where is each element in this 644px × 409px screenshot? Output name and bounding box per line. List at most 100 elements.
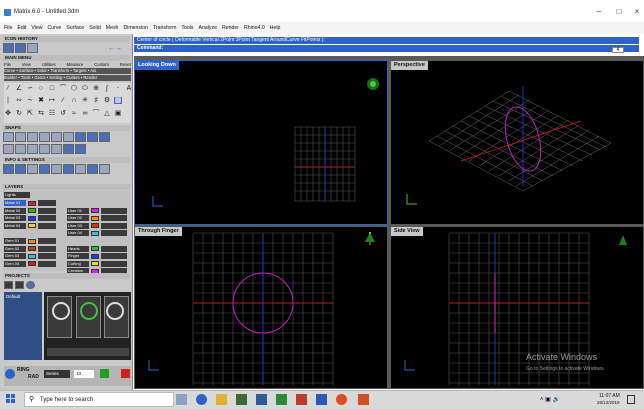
mail-icon[interactable] — [256, 394, 267, 405]
menu-render[interactable]: Render — [222, 25, 239, 31]
layer-visibility-toggle[interactable] — [38, 260, 56, 267]
split-icon[interactable]: ∕ — [59, 97, 67, 104]
display-icon[interactable] — [75, 164, 86, 174]
snap-vertex-icon[interactable] — [15, 144, 26, 154]
edge-browser-icon[interactable] — [196, 394, 207, 405]
explode-icon[interactable]: ✳ — [81, 97, 89, 104]
snap-tan-icon[interactable] — [87, 132, 98, 142]
tab-measure[interactable]: Measure — [67, 62, 84, 67]
arc-icon[interactable]: ⌒ — [59, 85, 67, 92]
menu-help[interactable]: Help — [270, 25, 281, 31]
clock-date[interactable]: 26/12/2019 — [597, 400, 620, 405]
taper-icon[interactable]: △ — [103, 110, 111, 117]
menu-surface[interactable]: Surface — [66, 25, 84, 31]
snap-planar-icon[interactable] — [39, 144, 50, 154]
menu-solid[interactable]: Solid — [89, 25, 101, 31]
layer-visibility-toggle[interactable] — [38, 215, 56, 222]
command-input[interactable]: Command: — [134, 45, 639, 52]
extend-icon[interactable]: ↦ — [48, 97, 56, 104]
snap-quad-icon[interactable] — [99, 132, 110, 142]
layer-visibility-toggle[interactable] — [101, 215, 127, 222]
menu-rhino[interactable]: Rhino4.0 — [244, 25, 265, 31]
layer-color-swatch[interactable] — [91, 253, 99, 259]
layer-visibility-toggle[interactable] — [101, 207, 127, 214]
preview-controls[interactable] — [47, 348, 129, 356]
layer-color-swatch[interactable] — [91, 215, 99, 221]
cancel-button[interactable] — [121, 369, 130, 378]
layer-color-swatch[interactable] — [91, 261, 99, 267]
menu-edit[interactable]: Edit — [17, 25, 26, 31]
snap-ortho-icon[interactable] — [63, 144, 74, 154]
category-row-1[interactable]: Curve • Surface • Solid • Transform • Ta… — [4, 68, 131, 74]
viewport-perspective[interactable]: Perspective — [391, 61, 643, 224]
store-icon[interactable] — [236, 394, 247, 405]
circle-icon[interactable]: ○ — [37, 85, 45, 92]
layer-visibility-toggle[interactable] — [101, 222, 127, 229]
snap-disable-icon[interactable] — [75, 144, 86, 154]
snap-knot-icon[interactable] — [3, 144, 14, 154]
snap-project-icon[interactable] — [27, 144, 38, 154]
offset-icon[interactable]: ∣ — [4, 97, 12, 104]
point-icon[interactable]: ⋅ — [114, 85, 122, 92]
menu-transform[interactable]: Transform — [153, 25, 176, 31]
project-default[interactable]: Default — [6, 294, 20, 299]
apply-button[interactable] — [100, 369, 109, 378]
maximize-button[interactable]: □ — [612, 7, 626, 17]
notification-icon[interactable] — [627, 395, 635, 404]
tab-file[interactable]: File — [4, 62, 11, 67]
layer-item[interactable]: Gem 01 — [4, 238, 26, 244]
project-save-icon[interactable] — [15, 281, 24, 289]
layer-visibility-toggle[interactable] — [38, 238, 56, 244]
windows-start-icon[interactable] — [6, 394, 16, 404]
material-icon[interactable] — [15, 164, 26, 174]
mirror-icon[interactable]: ⇆ — [37, 110, 45, 117]
trim-icon[interactable]: ✖ — [37, 97, 45, 104]
polygon-icon[interactable]: ⬡ — [70, 85, 78, 92]
tab-utilities[interactable]: Utilities — [42, 62, 56, 67]
layer-item[interactable]: Gem 03 — [4, 253, 26, 260]
layer-item[interactable]: User 03 — [67, 222, 89, 229]
camera-icon[interactable] — [39, 164, 50, 174]
snap-point-icon[interactable] — [27, 132, 38, 142]
curve-icon[interactable]: ∽ — [26, 85, 34, 92]
viewport-through-finger[interactable]: Through Finger — [135, 227, 387, 388]
series-input[interactable]: 13 — [74, 370, 94, 378]
settings-icon[interactable] — [51, 164, 62, 174]
move-icon[interactable]: ✥ — [4, 110, 12, 117]
snap-cen-icon[interactable] — [51, 132, 62, 142]
rectangle-icon[interactable]: □ — [48, 85, 56, 92]
options-icon[interactable] — [87, 164, 98, 174]
bend-icon[interactable]: ⌒ — [92, 110, 100, 117]
powerpoint-icon[interactable] — [296, 394, 307, 405]
layer-color-swatch[interactable] — [91, 230, 99, 236]
rebuild-icon[interactable]: ♯ — [92, 97, 100, 104]
layer-item[interactable]: Metal 01 — [4, 200, 26, 206]
fillet-icon[interactable]: ∾ — [15, 97, 23, 104]
project-open-icon[interactable] — [4, 281, 13, 289]
layer-color-swatch[interactable] — [28, 261, 36, 267]
snap-end-icon[interactable] — [3, 132, 14, 142]
ellipse-icon[interactable]: ⬭ — [81, 85, 89, 92]
layer-item[interactable]: Gem 02 — [4, 245, 26, 252]
menu-dimension[interactable]: Dimension — [123, 25, 148, 31]
orient-icon[interactable]: ↺ — [59, 110, 67, 117]
layer-color-swatch[interactable] — [28, 200, 36, 206]
polyline-icon[interactable]: ∠ — [15, 85, 23, 92]
info-icon[interactable] — [3, 164, 14, 174]
menu-analyze[interactable]: Analyze — [199, 25, 217, 31]
layer-item[interactable]: User 02 — [67, 215, 89, 222]
snap-perp-icon[interactable] — [75, 132, 86, 142]
history-icon[interactable] — [3, 43, 14, 53]
clock-time[interactable]: 11:07 AM — [599, 393, 620, 399]
helix-icon[interactable]: ∫ — [103, 85, 111, 92]
layer-color-swatch[interactable] — [28, 238, 36, 244]
menu-view[interactable]: View — [31, 25, 42, 31]
layer-color-swatch[interactable] — [91, 223, 99, 229]
chamfer-icon[interactable]: ∼ — [26, 97, 34, 104]
snap-int-icon[interactable] — [63, 132, 74, 142]
layer-lights[interactable]: Lights — [4, 192, 30, 198]
history-icon[interactable] — [27, 43, 38, 53]
word-icon[interactable] — [316, 394, 327, 405]
menu-mesh[interactable]: Mesh — [106, 25, 119, 31]
array-icon[interactable]: ☷ — [48, 110, 56, 117]
